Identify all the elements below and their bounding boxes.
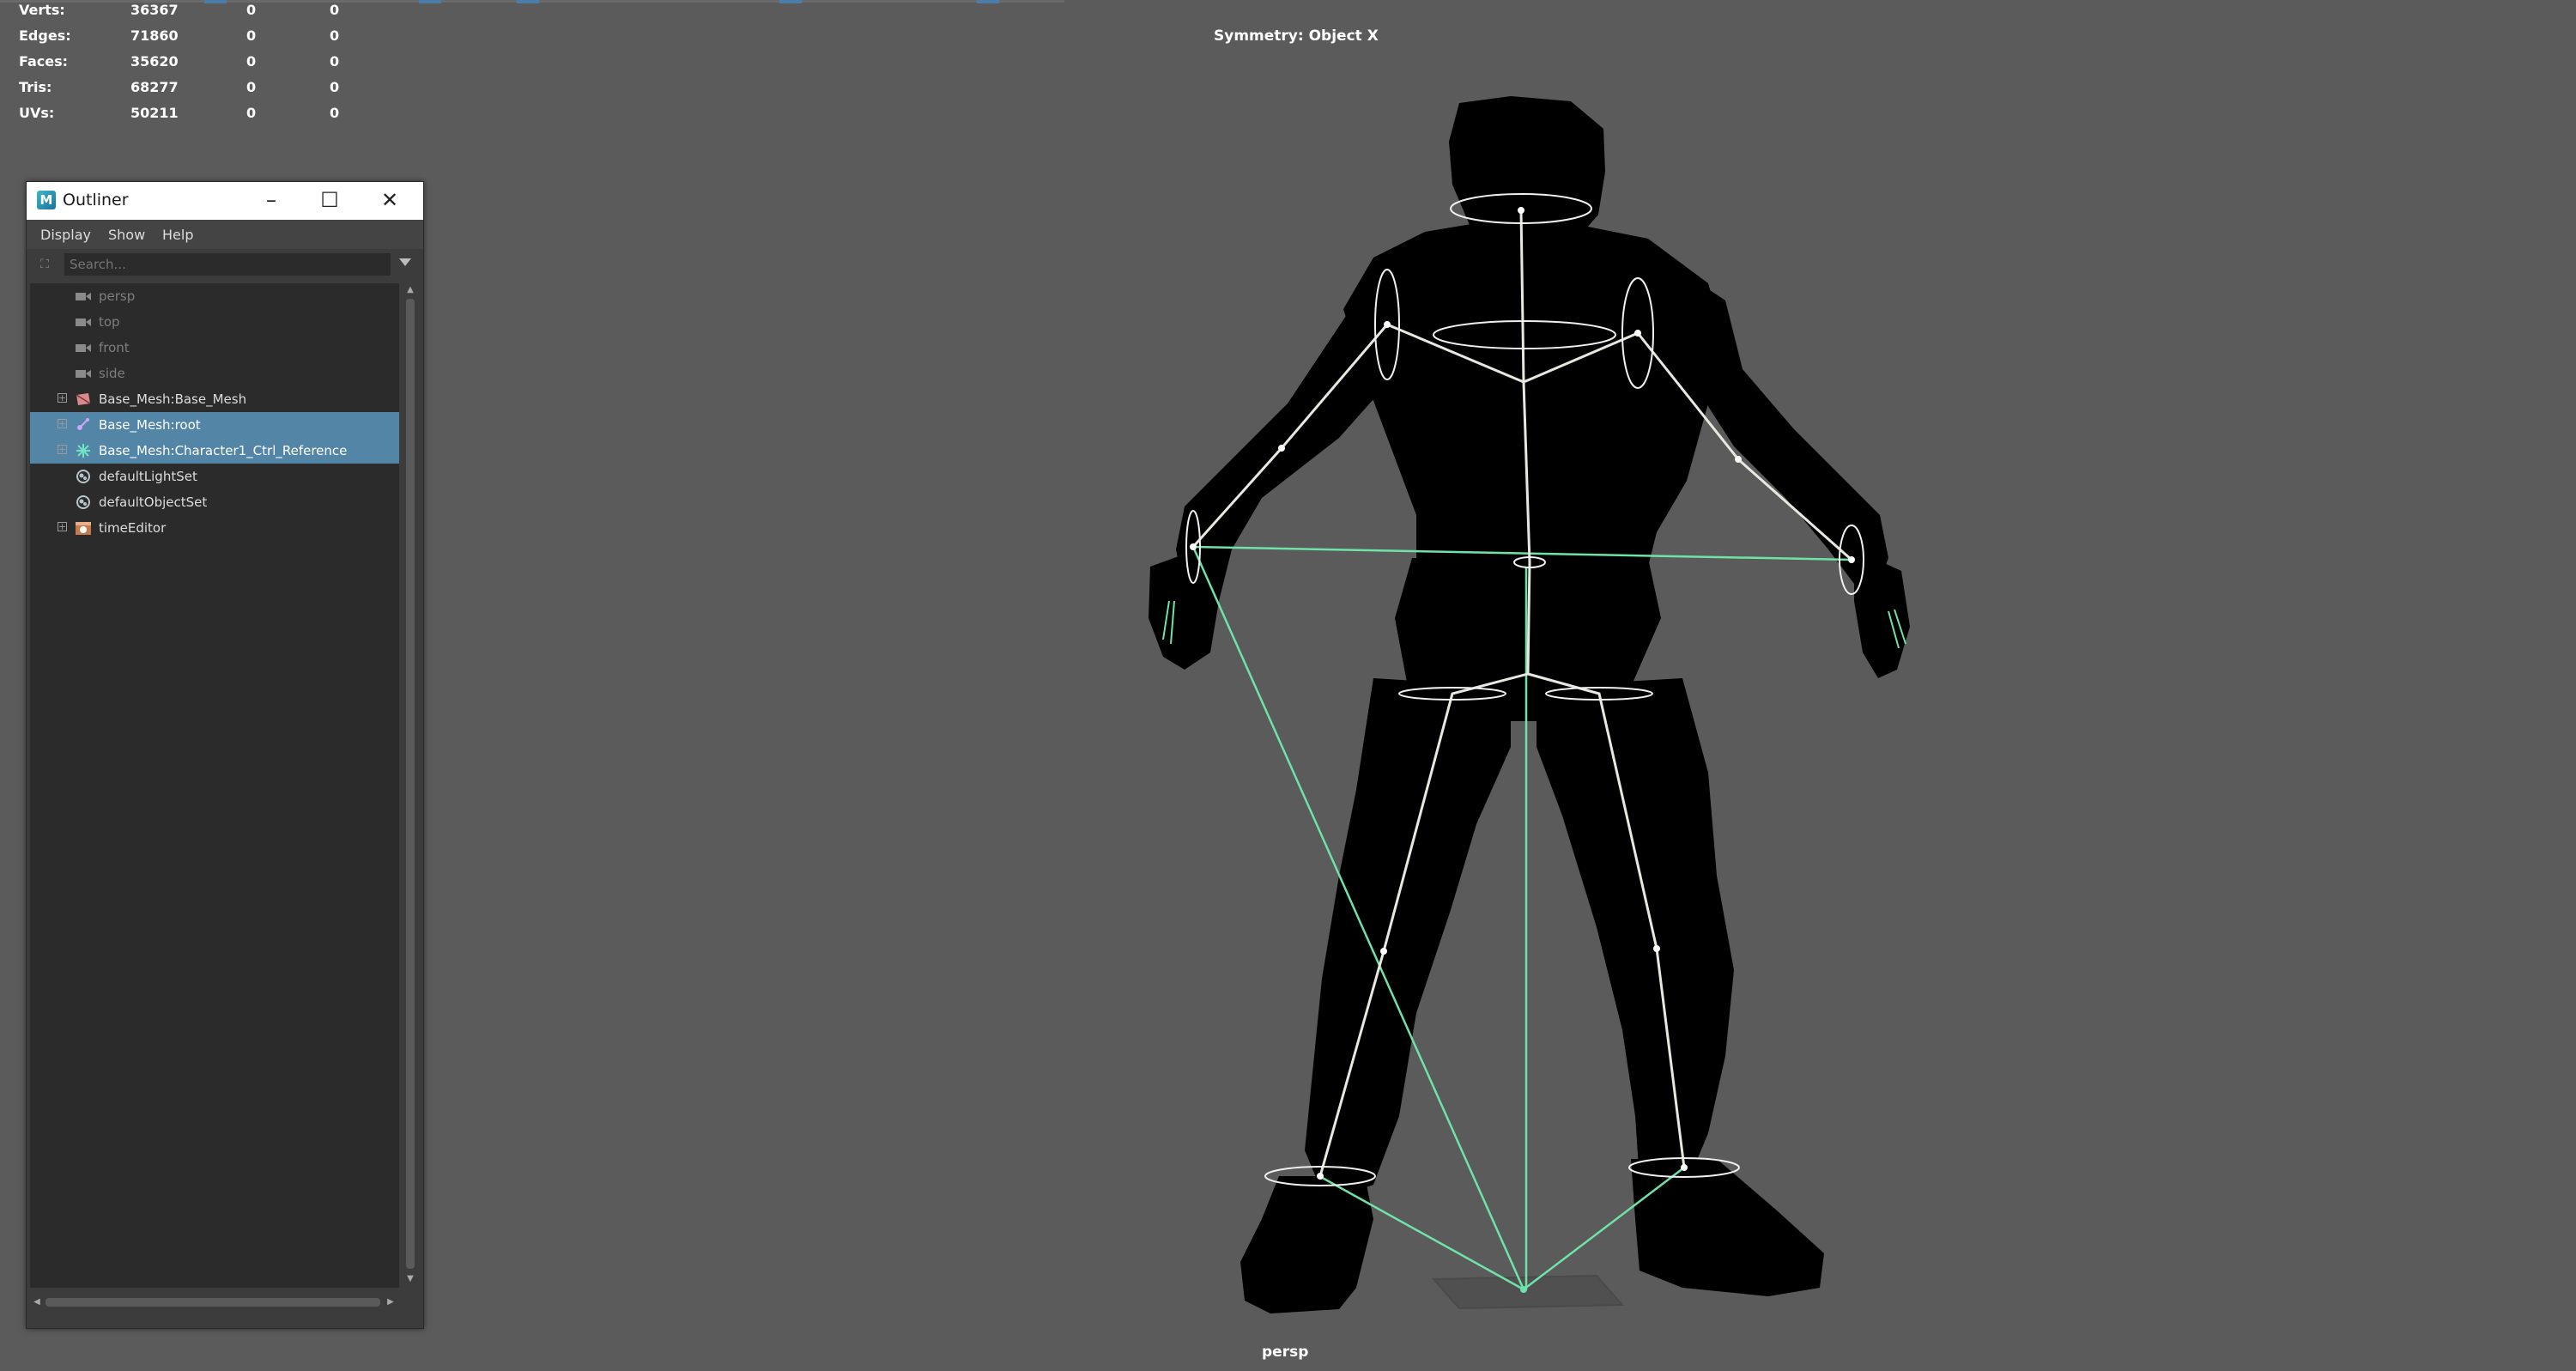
outliner-item-top[interactable]: top <box>30 309 399 335</box>
scroll-thumb[interactable] <box>406 299 415 1269</box>
time-editor-icon <box>76 522 91 535</box>
expand-icon[interactable]: + <box>58 445 67 454</box>
silhouette-leg-right <box>1537 678 1734 1185</box>
item-label: timeEditor <box>99 520 167 536</box>
vertical-scrollbar[interactable]: ▲ ▼ <box>403 283 418 1288</box>
hud-label: UVs: <box>19 105 55 121</box>
hud-row-edges: Edges: 71860 0 0 <box>19 26 379 50</box>
outliner-item-front[interactable]: front <box>30 335 399 361</box>
joint-icon <box>77 418 89 430</box>
hud-label: Faces: <box>19 53 69 70</box>
maya-logo-icon: M <box>37 191 56 209</box>
close-button[interactable]: ✕ <box>361 182 418 220</box>
hud-value: 0 <box>330 2 340 18</box>
frame-selection-icon[interactable]: ⛶ <box>35 256 54 273</box>
outliner-titlebar[interactable]: M Outliner – ☐ ✕ <box>27 182 423 220</box>
hud-value: 0 <box>330 79 340 95</box>
outliner-item-default-object-set[interactable]: defaultObjectSet <box>30 489 399 515</box>
outliner-item-character-ctrl-reference[interactable]: + Base_Mesh:Character1_Ctrl_Reference <box>30 438 399 464</box>
scroll-up-icon[interactable]: ▲ <box>405 285 415 295</box>
hud-value: 0 <box>246 2 257 18</box>
camera-label: persp <box>1262 1344 1309 1361</box>
item-label: persp <box>99 288 136 304</box>
outliner-tree[interactable]: persp top front side + Base_Mesh:Base_Me… <box>30 283 399 1288</box>
hud-label: Edges: <box>19 27 71 44</box>
item-label: Base_Mesh:Base_Mesh <box>99 391 247 407</box>
hud-value: 36367 <box>130 2 179 18</box>
silhouette-arm-right <box>1674 266 1888 592</box>
hud-value: 0 <box>330 105 340 121</box>
hud-row-tris: Tris: 68277 0 0 <box>19 77 379 101</box>
outliner-window[interactable]: M Outliner – ☐ ✕ Display Show Help ⛶ per… <box>26 181 424 1329</box>
hik-control-icon <box>76 444 90 458</box>
scroll-thumb[interactable] <box>45 1298 380 1307</box>
floor-patch <box>1431 1274 1625 1310</box>
item-label: Base_Mesh:root <box>99 417 201 433</box>
hud-label: Verts: <box>19 2 65 18</box>
hud-value: 0 <box>246 53 257 70</box>
scroll-down-icon[interactable]: ▼ <box>405 1274 415 1284</box>
hud-value: 71860 <box>130 27 179 44</box>
search-input[interactable] <box>64 253 391 276</box>
outliner-item-time-editor[interactable]: + timeEditor <box>30 515 399 541</box>
hud-value: 0 <box>246 105 257 121</box>
silhouette-arm-left <box>1176 262 1425 618</box>
hud-value: 0 <box>330 53 340 70</box>
menu-display[interactable]: Display <box>40 227 91 243</box>
hud-value: 68277 <box>130 79 179 95</box>
silhouette-boot-left <box>1240 1176 1373 1313</box>
item-label: defaultObjectSet <box>99 494 208 510</box>
mesh-transform-icon <box>76 393 91 405</box>
outliner-item-persp[interactable]: persp <box>30 283 399 309</box>
camera-icon <box>76 318 91 326</box>
set-icon <box>76 470 90 483</box>
menu-show[interactable]: Show <box>108 227 145 243</box>
camera-icon <box>76 293 91 300</box>
expand-icon[interactable]: + <box>58 393 67 403</box>
outliner-menubar: Display Show Help <box>27 220 423 249</box>
expand-icon[interactable]: + <box>58 522 67 531</box>
symmetry-label: Symmetry: Object X <box>1214 27 1379 45</box>
hud-value: 0 <box>330 27 340 44</box>
hud-row-faces: Faces: 35620 0 0 <box>19 52 379 76</box>
outliner-item-root[interactable]: + Base_Mesh:root <box>30 412 399 438</box>
camera-icon <box>76 344 91 352</box>
expand-icon[interactable]: + <box>58 419 67 428</box>
item-label: defaultLightSet <box>99 469 197 484</box>
search-options-dropdown-icon[interactable] <box>399 258 411 266</box>
menu-help[interactable]: Help <box>162 227 193 243</box>
hud-value: 50211 <box>130 105 179 121</box>
camera-icon <box>76 370 91 378</box>
scroll-right-icon[interactable]: ▶ <box>385 1297 396 1307</box>
item-label: front <box>99 340 130 355</box>
hud-value: 0 <box>246 27 257 44</box>
outliner-item-default-light-set[interactable]: defaultLightSet <box>30 464 399 489</box>
hud-value: 0 <box>246 79 257 95</box>
minimize-button[interactable]: – <box>243 182 300 220</box>
search-row: ⛶ <box>27 251 423 278</box>
item-label: top <box>99 314 120 330</box>
outliner-item-side[interactable]: side <box>30 361 399 386</box>
scroll-left-icon[interactable]: ◀ <box>32 1297 42 1307</box>
horizontal-scrollbar[interactable]: ◀ ▶ <box>30 1295 399 1310</box>
hud-label: Tris: <box>19 79 52 95</box>
item-label: side <box>99 366 125 381</box>
item-label: Base_Mesh:Character1_Ctrl_Reference <box>99 443 348 458</box>
silhouette-boot-right <box>1631 1159 1824 1296</box>
maximize-button[interactable]: ☐ <box>301 182 358 220</box>
hud-row-uvs: UVs: 50211 0 0 <box>19 103 379 127</box>
hud-row-verts: Verts: 36367 0 0 <box>19 0 379 24</box>
set-icon <box>76 495 90 509</box>
outliner-item-base-mesh[interactable]: + Base_Mesh:Base_Mesh <box>30 386 399 412</box>
hud-value: 35620 <box>130 53 179 70</box>
window-title: Outliner <box>63 191 129 209</box>
